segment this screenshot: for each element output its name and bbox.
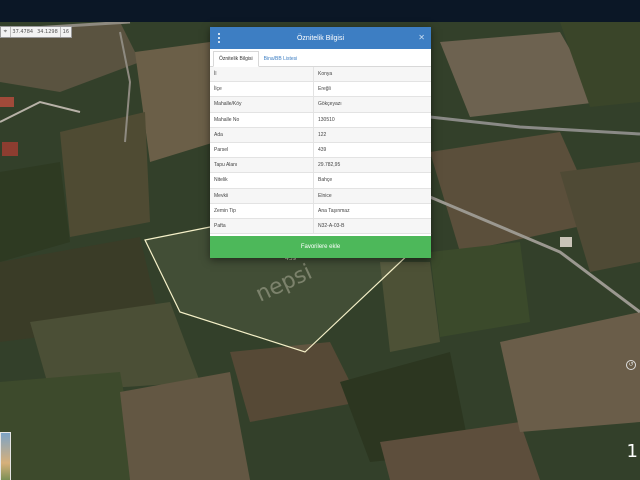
compass-icon[interactable]: ↺ [626,360,636,370]
row-key: Nitelik [214,177,228,184]
row-key: Ada [214,131,223,138]
table-row: Mahalle/Köy Gökçeyazı [210,97,431,113]
attribute-table: İl Konya İlçe Ereğli Mahalle/Köy Gökçeyazı … [210,67,431,235]
table-row: Parsel 439 [210,142,431,159]
row-key: Zemin Tip [214,207,236,214]
row-key: Mahalle/Köy [214,101,242,108]
close-icon[interactable]: ✕ [418,33,425,43]
table-row: Nitelik Bahçe [210,173,431,189]
row-value: Gökçeyazı [313,97,431,112]
add-to-favorites-button[interactable]: Favorilere ekle [210,236,431,258]
tab-attribute-info[interactable]: Öznitelik Bilgisi [213,51,259,67]
table-row: Pafta N32-A-03-B [210,218,431,235]
table-row: Zemin Tip Ana Taşınmaz [210,203,431,219]
row-key: Pafta [214,222,226,229]
row-value: Konya [313,67,431,82]
table-row: Mevkii Elnice [210,188,431,204]
row-key: İlçe [214,86,222,93]
row-value: N32-A-03-B [313,218,431,234]
attribute-info-modal: Öznitelik Bilgisi ✕ Öznitelik Bilgisi Bi… [210,27,431,258]
row-value: 439 [313,142,431,158]
row-value: Ereğli [313,82,431,97]
row-key: Mahalle No [214,116,240,123]
pointer-icon: ⌖ [3,28,7,35]
menu-dots-icon[interactable] [218,33,221,43]
row-value: 29.782,95 [313,158,431,173]
row-value: Elnice [313,188,431,203]
latitude-value: 37.4784 [12,29,34,35]
row-key: Tapu Alanı [214,162,238,169]
layer-thumbnail[interactable] [0,432,11,480]
table-row: İlçe Ereğli [210,82,431,98]
table-row: Tapu Alanı 29.782,95 [210,158,431,174]
tab-building-list[interactable]: Bina/BB Listesi [259,52,303,66]
modal-title: Öznitelik Bilgisi [296,34,345,42]
row-key: Parsel [214,147,229,154]
row-key: İl [214,71,217,78]
table-row: Mahalle No 130510 [210,112,431,128]
top-bar [0,0,640,22]
scale-indicator: 1 [626,441,638,462]
modal-tabs: Öznitelik Bilgisi Bina/BB Listesi [210,49,431,67]
row-value: 122 [313,127,431,142]
coordinate-readout: ⌖ 37.4784 34.1298 16 [0,26,72,38]
row-value: Ana Taşınmaz [313,203,431,218]
row-value: Bahçe [313,173,431,188]
row-key: Mevkii [214,192,229,199]
table-row: Ada 122 [210,127,431,143]
row-value: 130510 [313,112,431,127]
zoom-value: 16 [62,29,70,35]
longitude-value: 34.1298 [37,29,58,35]
table-row: İl Konya [210,67,431,83]
modal-header: Öznitelik Bilgisi ✕ [210,27,431,49]
